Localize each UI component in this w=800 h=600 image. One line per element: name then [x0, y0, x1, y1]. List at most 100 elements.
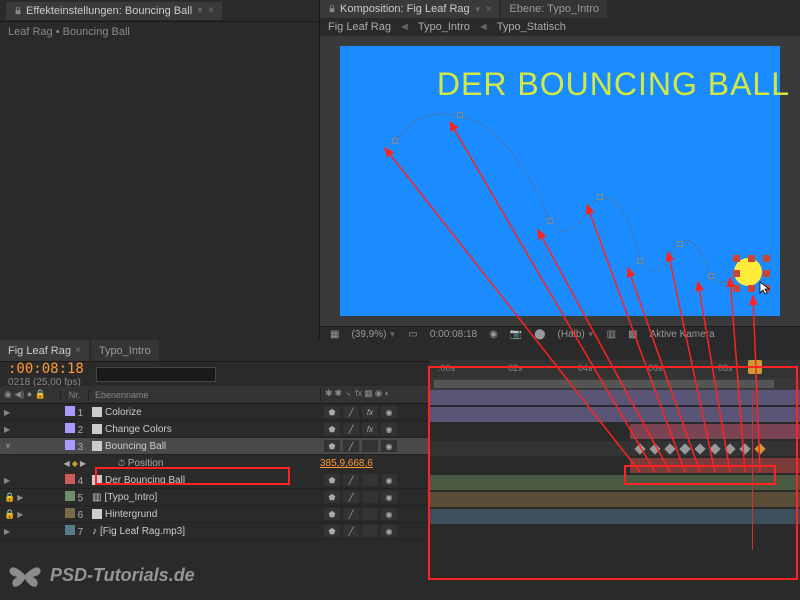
- layer-row[interactable]: ▼ 3 Bouncing Ball ⬟ ╱ ◉: [0, 438, 430, 455]
- resolution[interactable]: (Halb)▼: [554, 327, 599, 342]
- close-icon[interactable]: ×: [75, 345, 81, 356]
- keyframe-icon[interactable]: [754, 443, 765, 454]
- page-icon[interactable]: ▭: [404, 327, 421, 342]
- motion-keyframe[interactable]: [677, 241, 683, 247]
- transform-handle[interactable]: [733, 255, 740, 262]
- transform-handle[interactable]: [748, 255, 755, 262]
- twirl-icon[interactable]: ▶: [17, 510, 27, 519]
- mode-switch[interactable]: ⬟: [324, 474, 340, 486]
- layer-tab[interactable]: Ebene: Typo_Intro: [501, 0, 607, 18]
- layer-color-swatch[interactable]: 2: [60, 423, 88, 436]
- timeline-tab[interactable]: Typo_Intro: [91, 340, 159, 361]
- layer-color-swatch[interactable]: 7: [60, 525, 88, 538]
- keyframe-icon[interactable]: [709, 443, 720, 454]
- mode-switch[interactable]: ╱: [343, 508, 359, 520]
- viewport[interactable]: DER BOUNCING BALL: [320, 36, 800, 326]
- twirl-icon[interactable]: ▶: [4, 408, 14, 417]
- prev-keyframe-icon[interactable]: ◀: [64, 459, 70, 468]
- fx-switch[interactable]: fx: [362, 406, 378, 418]
- motion-blur-switch[interactable]: ◉: [381, 508, 397, 520]
- composition-canvas[interactable]: DER BOUNCING BALL: [340, 46, 780, 316]
- mode-switch[interactable]: ╱: [343, 423, 359, 435]
- layer-bar[interactable]: [430, 407, 800, 422]
- lock-icon[interactable]: 🔒: [4, 509, 15, 520]
- property-row[interactable]: ◀ ◆ ▶ ⏱ Position 385,9,668,6: [0, 455, 430, 472]
- dropdown-icon[interactable]: ▼: [474, 5, 482, 14]
- transform-handle[interactable]: [763, 285, 770, 292]
- camera-icon[interactable]: ◉: [485, 327, 502, 342]
- motion-keyframe[interactable]: [392, 138, 398, 144]
- motion-keyframe[interactable]: [637, 258, 643, 264]
- mode-switch[interactable]: ⬟: [324, 525, 340, 537]
- layer-color-swatch[interactable]: 3: [60, 440, 88, 453]
- transparency-grid-icon[interactable]: ▩: [624, 327, 641, 342]
- grid-toggle[interactable]: ▦: [326, 327, 343, 342]
- keyframe-icon[interactable]: [679, 443, 690, 454]
- layer-bar[interactable]: [430, 509, 800, 524]
- transform-handle[interactable]: [733, 285, 740, 292]
- mode-switch[interactable]: ╱: [343, 406, 359, 418]
- current-time[interactable]: :00:08:18: [8, 361, 84, 377]
- breadcrumb-item[interactable]: Typo_Intro: [418, 21, 470, 33]
- mode-switch[interactable]: ╱: [343, 491, 359, 503]
- layer-bar[interactable]: [630, 458, 800, 473]
- keyframe-icon[interactable]: [649, 443, 660, 454]
- twirl-icon[interactable]: ▶: [17, 493, 27, 502]
- layer-row[interactable]: ▶ 4 Der Bouncing Ball ⬟ ╱ ◉: [0, 472, 430, 489]
- view-icon[interactable]: ▥: [603, 327, 620, 342]
- motion-blur-switch[interactable]: ◉: [381, 525, 397, 537]
- playhead-marker[interactable]: [748, 360, 762, 374]
- breadcrumb-item[interactable]: Typo_Statisch: [497, 21, 566, 33]
- layer-name[interactable]: Change Colors: [88, 424, 320, 435]
- mode-switch[interactable]: ⬟: [324, 440, 340, 452]
- layer-row[interactable]: ▶ 2 Change Colors ⬟ ╱ fx ◉: [0, 421, 430, 438]
- keyframe-icon[interactable]: [694, 443, 705, 454]
- zoom-level[interactable]: (39,9%)▼: [347, 327, 400, 342]
- layer-color-swatch[interactable]: 4: [60, 474, 88, 487]
- layer-bar[interactable]: [430, 475, 800, 490]
- channel-icon[interactable]: ⬤: [530, 327, 549, 342]
- property-value[interactable]: 385,9,668,6: [320, 458, 430, 469]
- motion-blur-switch[interactable]: ◉: [381, 474, 397, 486]
- motion-keyframe[interactable]: [708, 273, 714, 279]
- motion-keyframe[interactable]: [597, 194, 603, 200]
- timeline-tracks[interactable]: :00s 02s 04s 06s 08s: [430, 360, 800, 600]
- timecode[interactable]: 0:00:08:18: [426, 327, 481, 342]
- layer-bar[interactable]: [430, 390, 800, 405]
- mode-switch[interactable]: ╱: [343, 440, 359, 452]
- search-input[interactable]: [96, 367, 216, 382]
- mode-switch[interactable]: ⬟: [324, 423, 340, 435]
- layer-name[interactable]: Hintergrund: [88, 509, 320, 520]
- layer-color-swatch[interactable]: 5: [60, 491, 88, 504]
- playhead-line[interactable]: [752, 390, 753, 550]
- layer-row[interactable]: ▶ 7 ♪ [Fig Leaf Rag.mp3] ⬟ ╱ ◉: [0, 523, 430, 540]
- layer-color-swatch[interactable]: 6: [60, 508, 88, 521]
- fx-switch[interactable]: fx: [362, 423, 378, 435]
- transform-handle[interactable]: [763, 270, 770, 277]
- mode-switch[interactable]: ⬟: [324, 491, 340, 503]
- layer-row[interactable]: ▶ 1 Colorize ⬟ ╱ fx ◉: [0, 404, 430, 421]
- layer-name[interactable]: ▥ [Typo_Intro]: [88, 492, 320, 503]
- keyframe-icon[interactable]: [724, 443, 735, 454]
- twirl-icon[interactable]: ▶: [4, 527, 14, 536]
- transform-handle[interactable]: [748, 285, 755, 292]
- comp-tab[interactable]: Komposition: Fig Leaf Rag ▼ ×: [320, 0, 499, 18]
- mode-switch[interactable]: ╱: [343, 474, 359, 486]
- breadcrumb-item[interactable]: Fig Leaf Rag: [328, 21, 391, 33]
- active-camera[interactable]: Aktive Kamera: [646, 327, 719, 342]
- stopwatch-icon[interactable]: ⏱: [118, 458, 125, 468]
- motion-blur-switch[interactable]: ◉: [381, 423, 397, 435]
- layer-color-swatch[interactable]: 1: [60, 406, 88, 419]
- close-icon[interactable]: ×: [486, 4, 492, 15]
- layer-row[interactable]: 🔒 ▶ 6 Hintergrund ⬟ ╱ ◉: [0, 506, 430, 523]
- motion-blur-switch[interactable]: ◉: [381, 440, 397, 452]
- layer-row[interactable]: 🔒 ▶ 5 ▥ [Typo_Intro] ⬟ ╱ ◉: [0, 489, 430, 506]
- property-name[interactable]: ⏱ Position: [90, 458, 320, 469]
- time-ruler[interactable]: :00s 02s 04s 06s 08s: [430, 360, 800, 378]
- keyframe-icon[interactable]: [634, 443, 645, 454]
- keyframe-icon[interactable]: [739, 443, 750, 454]
- dropdown-icon[interactable]: ▼: [196, 6, 204, 15]
- motion-keyframe[interactable]: [547, 218, 553, 224]
- motion-keyframe[interactable]: [457, 112, 463, 118]
- motion-blur-switch[interactable]: ◉: [381, 406, 397, 418]
